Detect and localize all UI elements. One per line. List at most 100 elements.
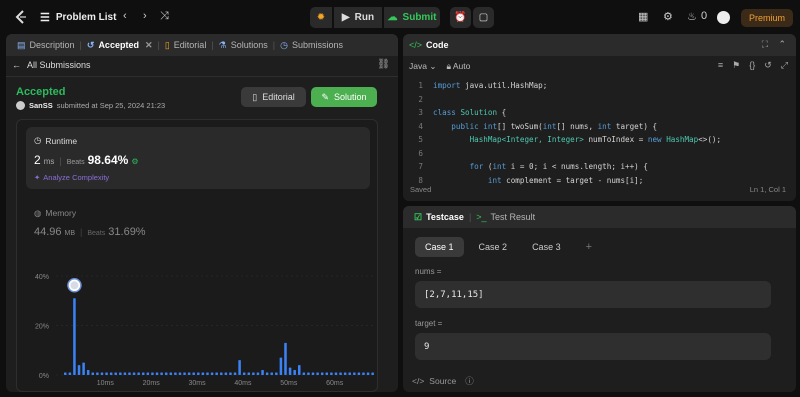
code-token: i = 0; i < nums.length; i++) { xyxy=(506,162,648,171)
editorial-button[interactable]: ▯ Editorial xyxy=(241,87,306,107)
tab-testcase[interactable]: ☑ Testcase xyxy=(409,212,469,223)
note-icon: ▢ xyxy=(478,12,489,23)
chart-bar xyxy=(169,372,173,375)
analyze-complexity-link[interactable]: ✦ Analyze Complexity xyxy=(34,173,109,182)
source-label: Source xyxy=(429,376,457,386)
add-case-button[interactable]: + xyxy=(576,237,602,257)
case-tab-2[interactable]: Case 2 xyxy=(469,237,518,257)
back-to-submissions[interactable]: ← All Submissions xyxy=(12,60,91,70)
tab-description-label: Description xyxy=(29,40,75,50)
tab-testcase-label: Testcase xyxy=(426,212,464,222)
code-token: numToIndex = xyxy=(583,135,648,144)
close-icon[interactable]: ✕ xyxy=(145,40,153,51)
x-tick-label: 30ms xyxy=(188,380,206,387)
next-problem-icon[interactable]: › xyxy=(143,10,147,22)
chart-bar xyxy=(366,372,370,375)
run-button[interactable]: ▶ Run xyxy=(334,7,382,28)
maximize-icon[interactable]: ⛶ xyxy=(762,39,768,50)
problem-list-label: Problem List xyxy=(55,12,117,23)
code-icon: </> xyxy=(412,376,425,386)
book-icon: ▯ xyxy=(164,39,170,50)
chart-bar xyxy=(247,372,251,375)
code-line-6: 6 xyxy=(403,147,796,161)
tab-test-result[interactable]: >_ Test Result xyxy=(471,212,540,222)
chart-bar xyxy=(91,372,95,375)
chart-bar xyxy=(164,372,168,375)
problem-list-button[interactable]: ☰ Problem List xyxy=(40,11,116,24)
fullscreen-icon[interactable]: ⤢ xyxy=(781,60,788,71)
code-line-3: 3 class Solution { xyxy=(403,106,796,120)
layout-icon[interactable]: ▦ xyxy=(638,10,648,23)
tab-test-result-label: Test Result xyxy=(490,212,536,222)
notes-button[interactable]: ▢ xyxy=(473,7,494,28)
line-number: 6 xyxy=(418,148,423,158)
tab-accepted[interactable]: ↺ Accepted ✕ xyxy=(82,40,158,51)
collapse-icon[interactable]: ⌃ xyxy=(778,39,786,50)
code-token: java.util.HashMap; xyxy=(460,81,548,90)
code-token: <>(); xyxy=(698,135,722,144)
code-editor[interactable]: 1 import java.util.HashMap; 2 3 class Solu… xyxy=(403,79,796,185)
code-token: [] twoSum( xyxy=(497,121,543,131)
chart-bar xyxy=(279,357,283,375)
case-tab-1[interactable]: Case 1 xyxy=(415,237,464,257)
tab-solutions[interactable]: ⚗ Solutions xyxy=(214,40,273,51)
chart-bar xyxy=(270,372,273,375)
target-label: target = xyxy=(415,319,443,328)
case-tab-3[interactable]: Case 3 xyxy=(522,237,571,257)
username[interactable]: SanSS xyxy=(29,101,53,110)
braces-icon[interactable]: {} xyxy=(749,60,755,71)
code-icon: </> xyxy=(409,40,423,50)
target-input[interactable]: 9 xyxy=(415,333,771,360)
submit-label: Submit xyxy=(402,12,437,23)
runtime-distribution-chart[interactable]: 40% 20% 0% 10ms 20ms 30ms 40ms 50ms 60ms xyxy=(16,264,386,389)
reset-icon[interactable]: ↺ xyxy=(764,60,772,71)
play-icon: ▶ xyxy=(341,12,350,23)
chart-bar xyxy=(339,372,342,375)
chart-bar xyxy=(160,372,163,375)
premium-button[interactable]: Premium xyxy=(741,9,793,27)
logo-icon[interactable] xyxy=(14,10,28,24)
runtime-card[interactable]: ◷ Runtime 2 ms | Beats 98.64% ⚙ ✦ Analyz… xyxy=(26,127,370,189)
back-label: All Submissions xyxy=(27,60,91,70)
timer-button[interactable]: ⏰ xyxy=(450,7,471,28)
tab-description[interactable]: ▤ Description xyxy=(12,40,80,51)
fire-icon[interactable]: ♨ xyxy=(687,10,697,23)
nums-input[interactable]: [2,7,11,15] xyxy=(415,281,771,308)
chart-bar xyxy=(73,298,76,375)
shuffle-icon[interactable]: ⤨ xyxy=(160,10,169,23)
submitted-text: submitted at Sep 25, 2024 21:23 xyxy=(56,101,166,110)
language-label: Java xyxy=(409,60,427,71)
chart-bar xyxy=(353,372,356,375)
avatar[interactable] xyxy=(717,11,730,24)
help-icon[interactable]: ⓘ xyxy=(465,375,474,387)
code-line-4: 4 public int[] twoSum(int[] nums, int ta… xyxy=(403,120,796,134)
chart-bar xyxy=(256,372,260,375)
chart-bar xyxy=(114,372,117,375)
prev-problem-icon[interactable]: ‹ xyxy=(123,10,127,22)
x-tick-label: 60ms xyxy=(326,380,344,387)
auto-toggle[interactable]: 🔒︎ Auto xyxy=(446,61,470,72)
memory-block[interactable]: ◍ Memory 44.96 MB | Beats 31.69% xyxy=(26,204,370,244)
source-row[interactable]: </> Source ⓘ xyxy=(412,375,474,387)
submit-button[interactable]: ☁ Submit xyxy=(384,7,440,28)
top-bar: ☰ Problem List ‹ › ⤨ ✹ ▶ Run ☁ Submit ⏰ … xyxy=(0,0,800,34)
gear-icon[interactable]: ⚙ xyxy=(663,10,673,23)
chart-bar xyxy=(242,372,246,375)
code-token: class xyxy=(433,108,456,117)
solution-button[interactable]: ✎ Solution xyxy=(311,87,377,107)
chart-bar xyxy=(307,372,310,375)
tab-submissions[interactable]: ◷ Submissions xyxy=(275,40,348,51)
language-select[interactable]: Java ⌄ xyxy=(409,61,436,72)
tab-editorial[interactable]: ▯ Editorial xyxy=(160,40,211,51)
nums-label: nums = xyxy=(415,267,442,276)
format-icon[interactable]: ≡ xyxy=(718,60,723,71)
auto-label: Auto xyxy=(452,60,471,71)
debug-button[interactable]: ✹ xyxy=(310,7,332,28)
book-icon: ▯ xyxy=(252,91,258,102)
bookmark-icon[interactable]: ⚑ xyxy=(732,60,740,71)
left-panel: ▤ Description | ↺ Accepted ✕ | ▯ Editori… xyxy=(6,34,398,392)
link-icon[interactable]: ⛓ xyxy=(377,59,390,70)
y-tick-label: 0% xyxy=(39,373,49,380)
